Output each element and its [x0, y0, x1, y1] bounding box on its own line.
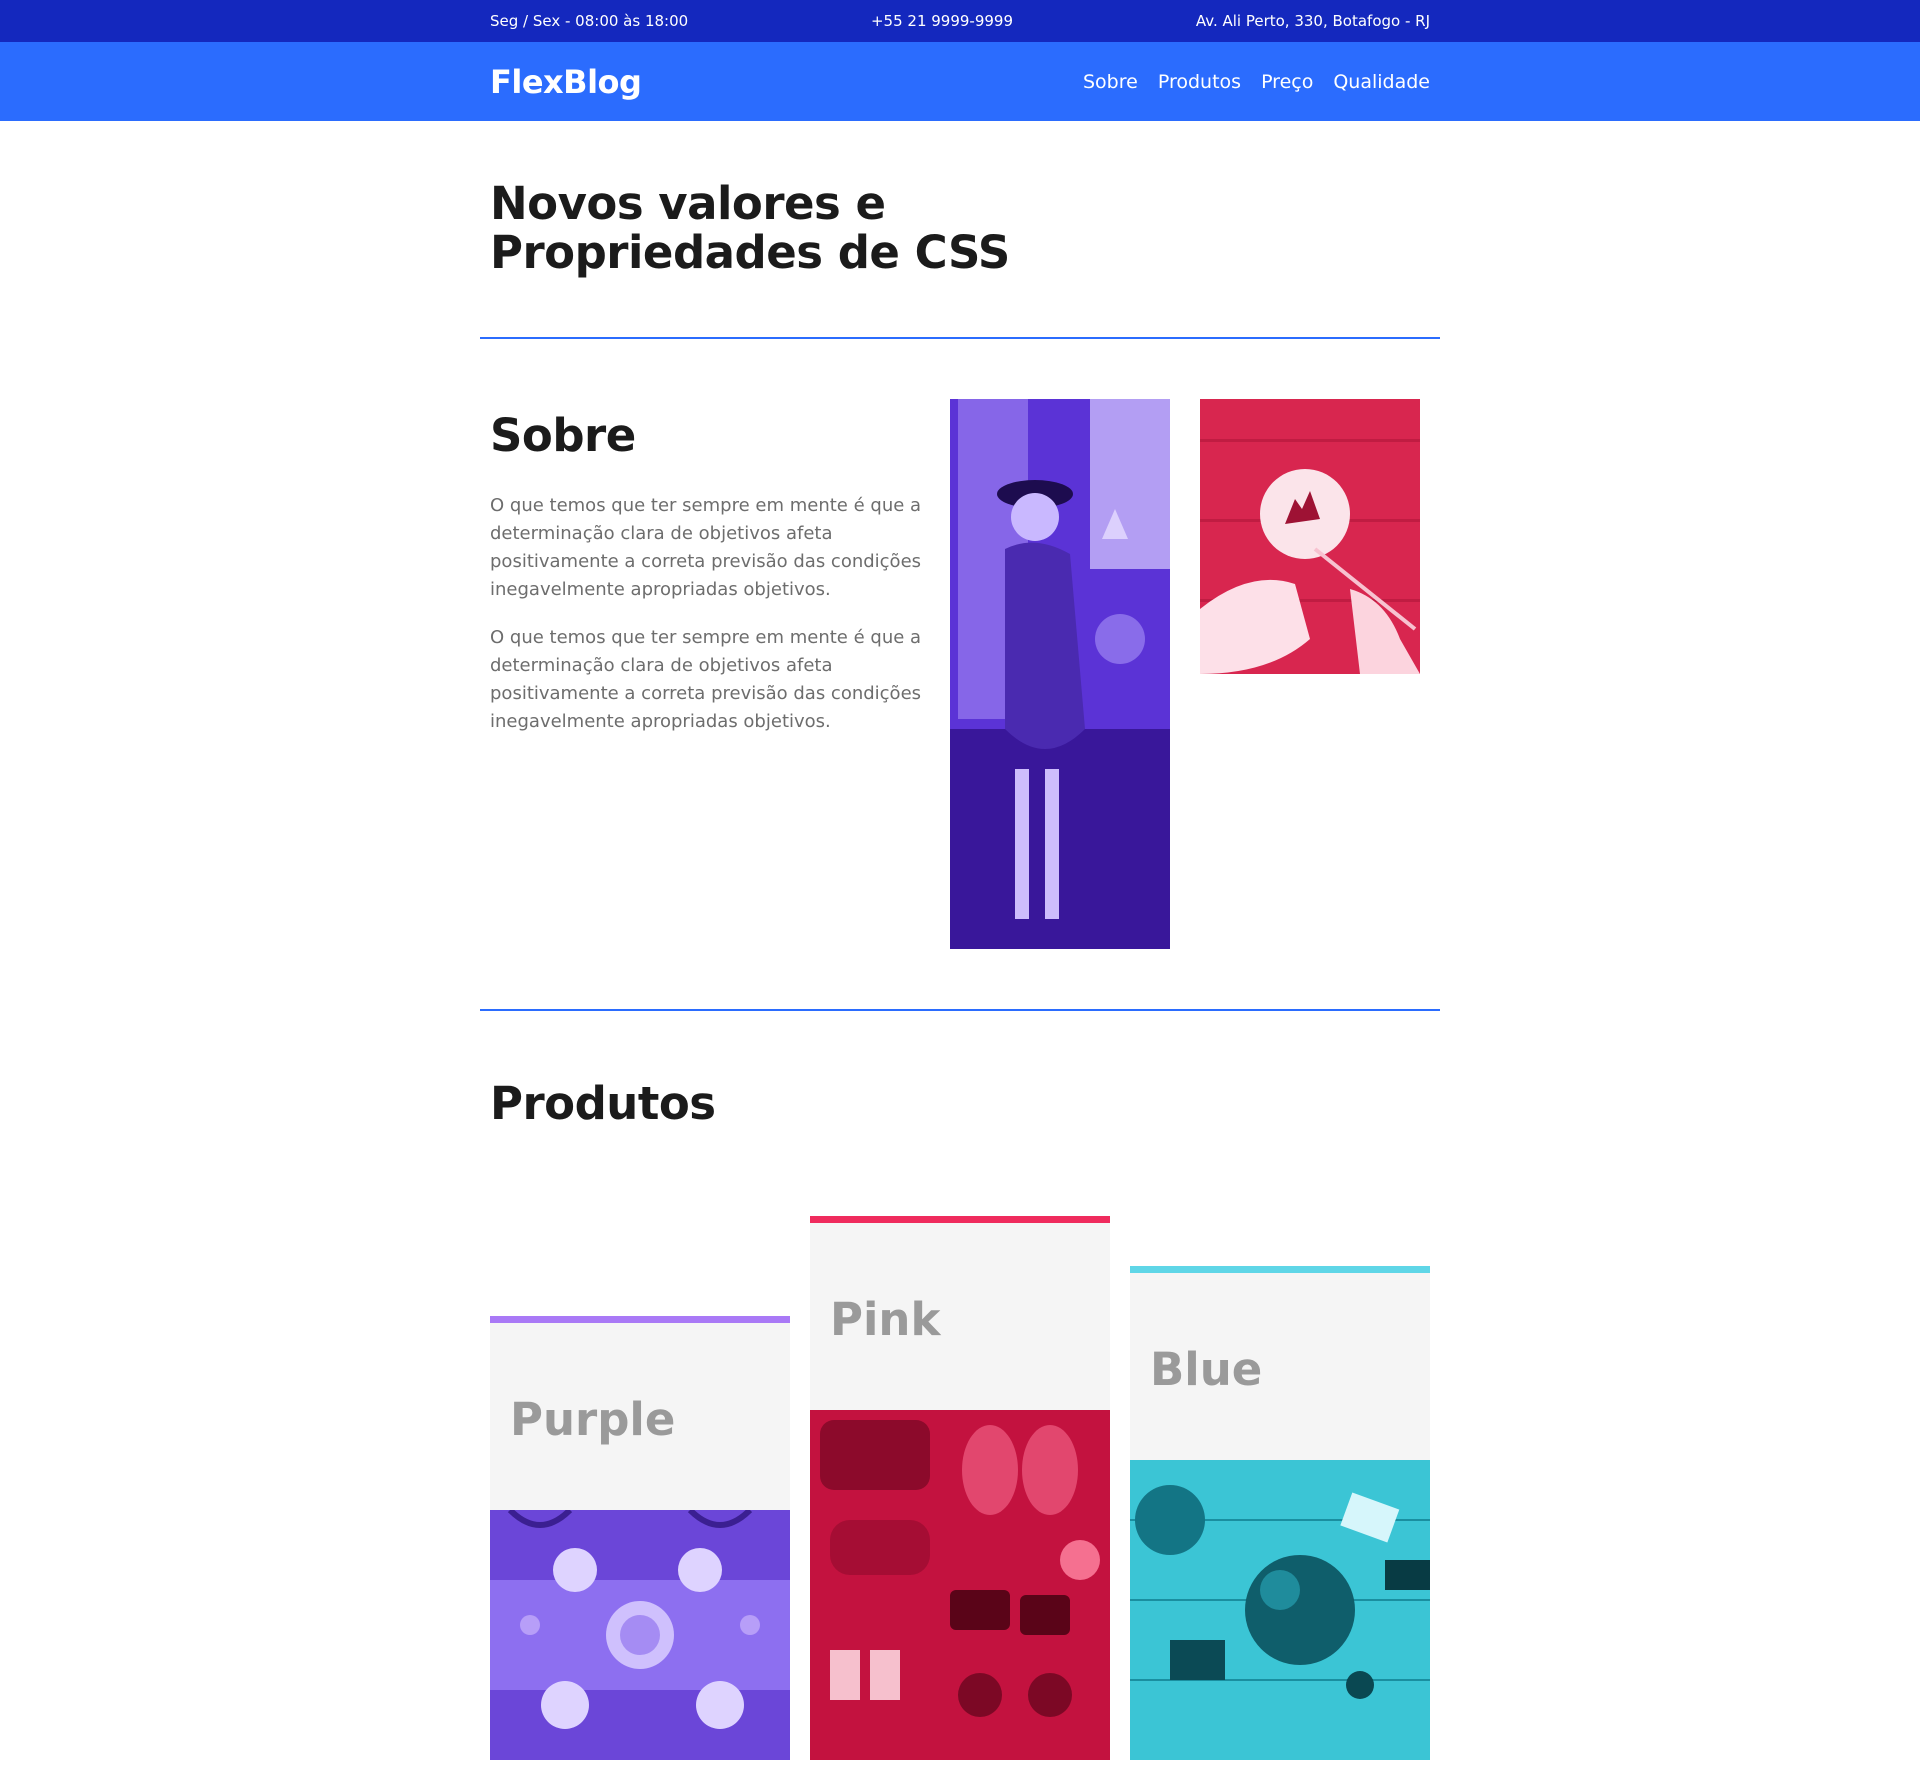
business-hours: Seg / Sex - 08:00 às 18:00: [490, 12, 689, 30]
flowers-desk-photo: [1130, 1460, 1430, 1760]
nav-link-produtos[interactable]: Produtos: [1158, 71, 1241, 93]
main-navbar: FlexBlog Sobre Produtos Preço Qualidade: [0, 42, 1920, 121]
top-info-bar: Seg / Sex - 08:00 às 18:00 +55 21 9999-9…: [0, 0, 1920, 42]
dining-table-photo: [490, 1510, 790, 1760]
travel-gear-photo: [810, 1410, 1110, 1760]
nav-link-preco[interactable]: Preço: [1261, 71, 1313, 93]
product-card-pink[interactable]: Pink: [810, 1216, 1110, 1760]
nav-link-sobre[interactable]: Sobre: [1083, 71, 1138, 93]
card-accent-bar: [490, 1316, 790, 1323]
phone-number: +55 21 9999-9999: [870, 12, 1014, 30]
product-cards: Purple Pink Blue: [490, 1130, 1430, 1770]
card-label: Purple: [510, 1393, 676, 1446]
card-accent-bar: [1130, 1266, 1430, 1273]
card-accent-bar: [810, 1216, 1110, 1223]
produtos-section: Produtos Purple Pink Blue: [480, 1011, 1440, 1770]
sobre-paragraph: O que temos que ter sempre em mente é qu…: [490, 495, 922, 600]
card-label: Pink: [830, 1293, 941, 1346]
product-card-blue[interactable]: Blue: [1130, 1266, 1430, 1760]
page-title: Novos valores e Propriedades de CSS: [490, 177, 1010, 279]
sobre-paragraph: O que temos que ter sempre em mente é qu…: [490, 627, 922, 732]
address: Av. Ali Perto, 330, Botafogo - RJ: [1195, 12, 1430, 30]
produtos-title: Produtos: [490, 1077, 716, 1130]
sobre-title: Sobre: [490, 409, 636, 462]
nav-link-qualidade[interactable]: Qualidade: [1333, 71, 1430, 93]
card-label: Blue: [1150, 1343, 1263, 1396]
woman-at-window-photo: [950, 399, 1170, 949]
product-card-purple[interactable]: Purple: [490, 1316, 790, 1760]
main-nav: Sobre Produtos Preço Qualidade: [1083, 71, 1430, 93]
site-logo[interactable]: FlexBlog: [490, 63, 642, 101]
tree-drawing-photo: [1200, 399, 1420, 674]
sobre-section: Sobre O que temos que ter sempre em ment…: [480, 339, 1440, 1009]
hero-section: Novos valores e Propriedades de CSS: [480, 121, 1440, 337]
